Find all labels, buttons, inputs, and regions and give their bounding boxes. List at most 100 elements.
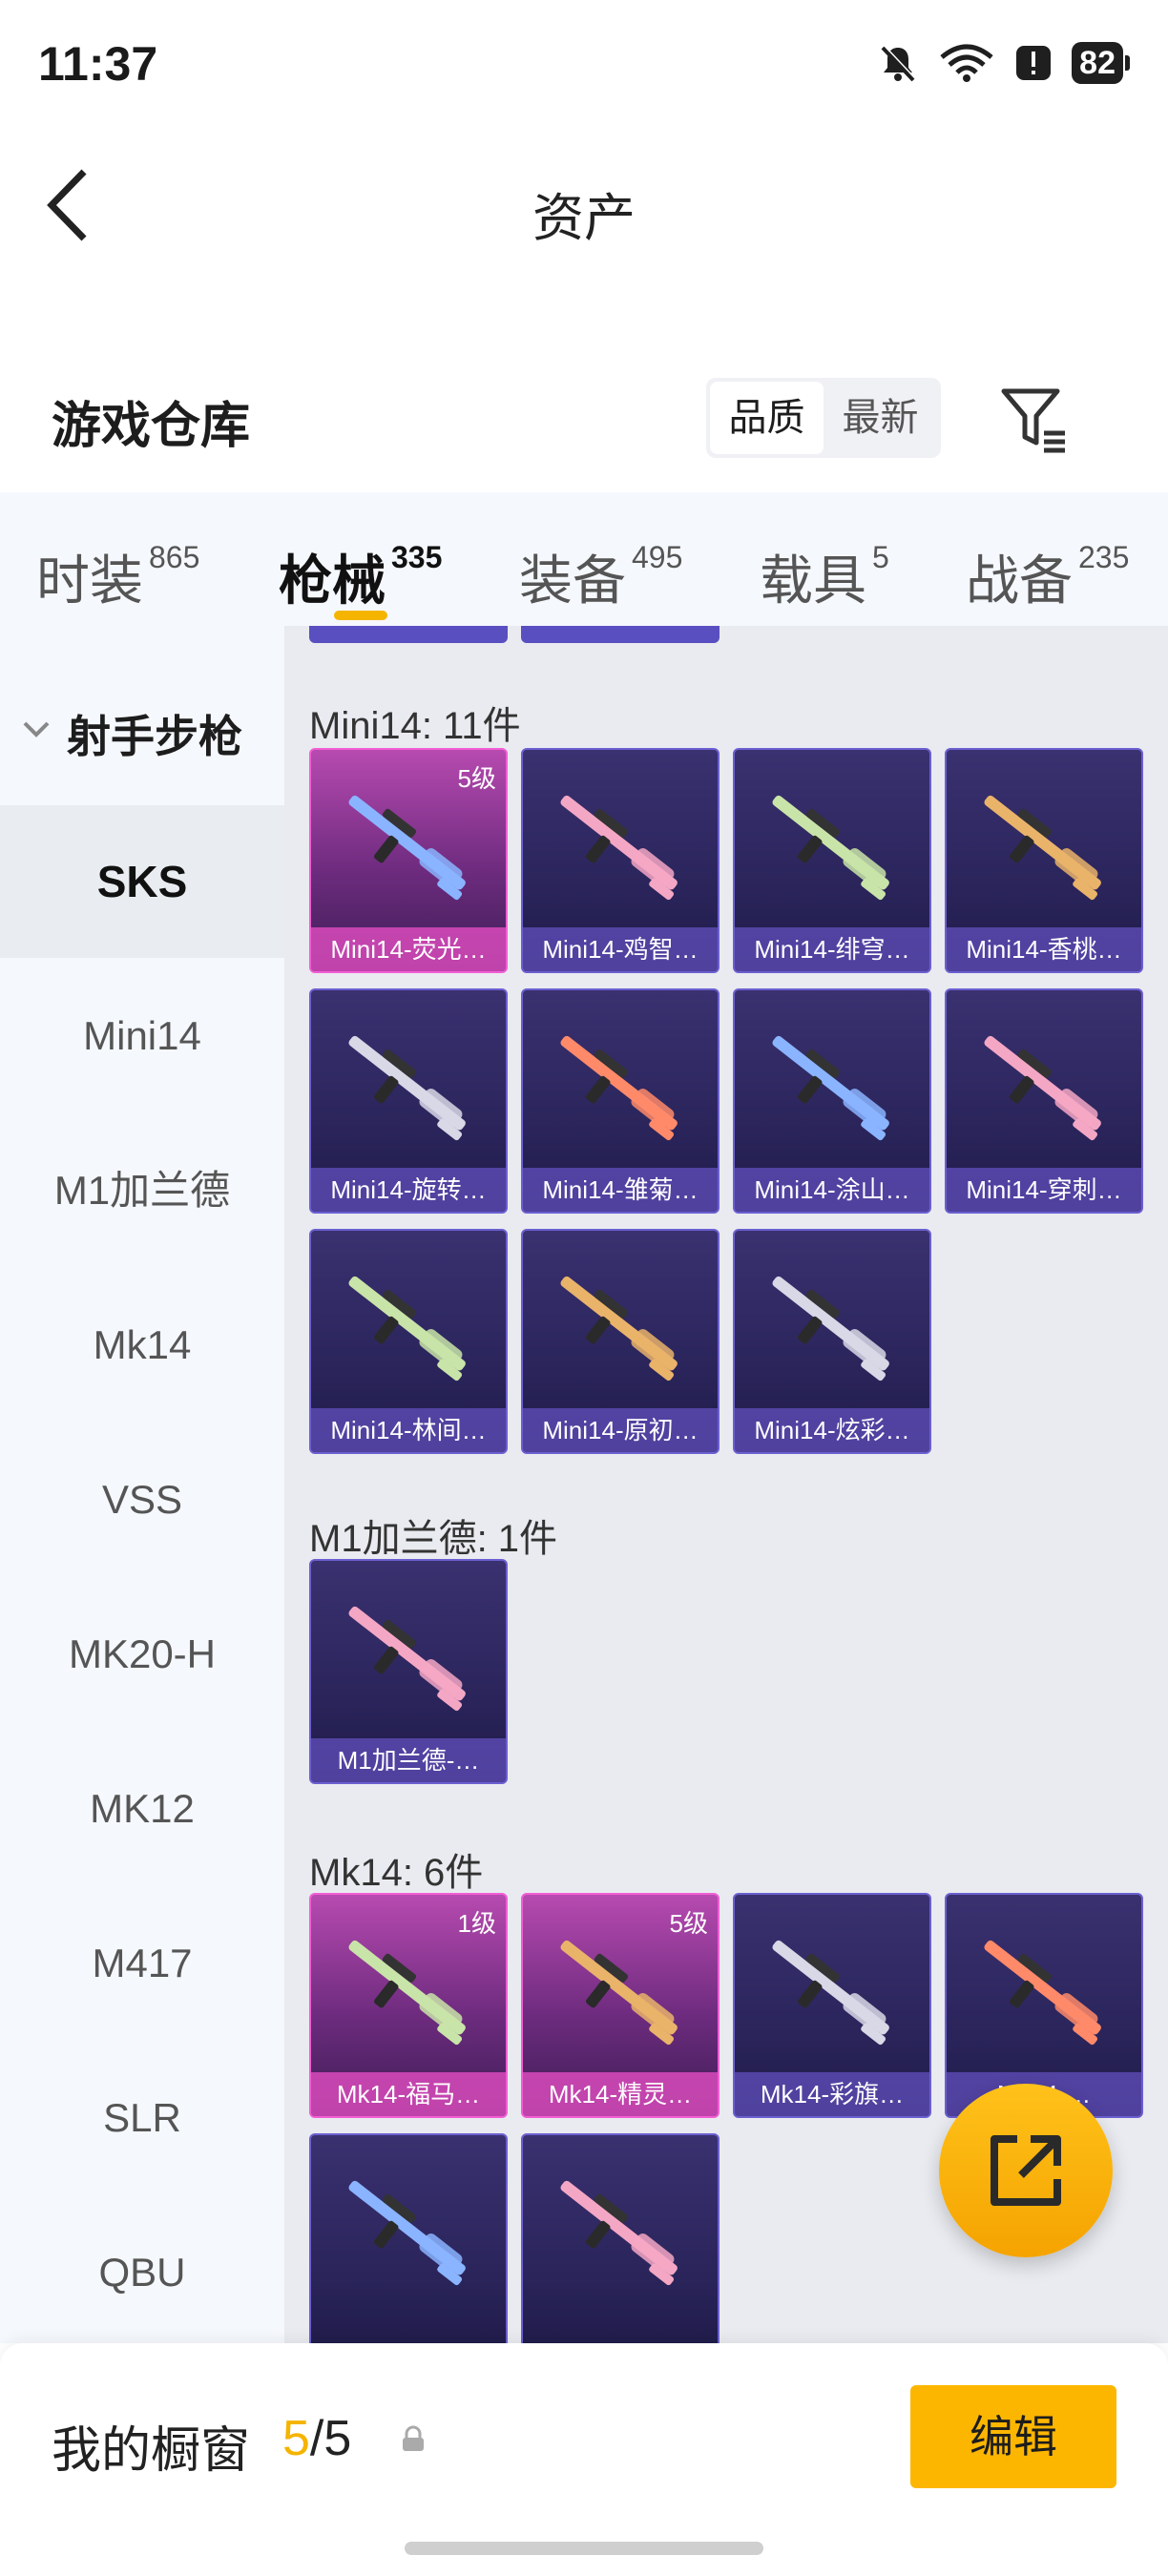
wifi-icon bbox=[940, 44, 993, 82]
weapon-skin-icon bbox=[984, 1035, 1101, 1141]
weapon-card[interactable] bbox=[521, 2133, 720, 2343]
card-stub bbox=[521, 626, 720, 643]
weapon-card[interactable]: Mini14-涂山… bbox=[733, 988, 931, 1214]
showcase-count-separator: / bbox=[309, 2411, 324, 2466]
sidebar-item-sks[interactable]: SKS bbox=[0, 805, 284, 958]
sidebar-item-qbu[interactable]: QBU bbox=[0, 2196, 284, 2349]
showcase-count-total: 5 bbox=[323, 2411, 352, 2466]
section-title-m1garand: M1加兰德: 1件 bbox=[309, 1518, 558, 1560]
sidebar-item-mk12[interactable]: MK12 bbox=[0, 1733, 284, 1885]
weapon-card[interactable]: Mini14-旋转… bbox=[309, 988, 508, 1214]
weapon-card[interactable] bbox=[309, 2133, 508, 2343]
weapon-skin-icon bbox=[560, 1940, 678, 2046]
sidebar-group-marksman[interactable]: 射手步枪 bbox=[0, 683, 284, 779]
weapon-card[interactable]: Mini14-炫彩… bbox=[733, 1229, 931, 1454]
weapon-skin-icon bbox=[772, 795, 889, 901]
sort-quality[interactable]: 品质 bbox=[710, 382, 824, 454]
showcase-count: 5/5 bbox=[282, 2410, 351, 2467]
weapon-skin-icon bbox=[772, 1035, 889, 1141]
weapon-skin-icon bbox=[348, 1606, 466, 1712]
sidebar-item-vss[interactable]: VSS bbox=[0, 1423, 284, 1576]
tab-supplies[interactable]: 战备 235 bbox=[966, 538, 1129, 615]
card-name: Mini14-涂山… bbox=[735, 1168, 929, 1212]
card-name: Mini14-雏菊… bbox=[523, 1168, 718, 1212]
sidebar-item-mk20h[interactable]: MK20-H bbox=[0, 1578, 284, 1731]
weapon-skin-icon bbox=[348, 795, 466, 901]
tab-label: 枪械 bbox=[279, 551, 386, 611]
sidebar-item-m417[interactable]: M417 bbox=[0, 1887, 284, 2040]
tab-count: 865 bbox=[149, 540, 200, 574]
weapon-card[interactable]: Mini14-鸡智… bbox=[521, 748, 720, 973]
tab-count: 495 bbox=[632, 540, 683, 574]
card-name: Mk14-彩旗… bbox=[735, 2072, 929, 2116]
sidebar-item-m1garand[interactable]: M1加兰德 bbox=[0, 1114, 284, 1267]
tab-firearms[interactable]: 枪械 335 bbox=[279, 538, 442, 615]
tab-vehicles[interactable]: 载具 5 bbox=[760, 538, 889, 615]
sidebar-item-slr[interactable]: SLR bbox=[0, 2042, 284, 2194]
weapon-skin-icon bbox=[984, 1940, 1101, 2046]
filter-button[interactable] bbox=[998, 384, 1071, 456]
bottom-bar: 我的橱窗 5/5 编辑 bbox=[0, 2343, 1168, 2576]
bell-muted-icon bbox=[881, 45, 916, 82]
card-name: Mini14-香桃… bbox=[947, 927, 1141, 971]
card-level-badge: 5级 bbox=[669, 1909, 708, 1938]
external-link-icon bbox=[991, 2135, 1061, 2206]
alert-icon bbox=[1016, 46, 1052, 80]
weapon-card[interactable]: Mini14-林间… bbox=[309, 1229, 508, 1454]
weapon-skin-icon bbox=[560, 1276, 678, 1381]
weapon-skin-icon bbox=[348, 2180, 466, 2286]
weapon-card[interactable]: Mini14-绯穹… bbox=[733, 748, 931, 973]
weapon-skin-icon bbox=[772, 1940, 889, 2046]
tab-count: 5 bbox=[872, 540, 889, 574]
home-indicator bbox=[405, 2542, 763, 2555]
sidebar: 射手步枪 SKS Mini14 M1加兰德 Mk14 VSS MK20-H MK… bbox=[0, 626, 284, 2343]
card-name: Mk14-福马… bbox=[311, 2072, 506, 2116]
warehouse-title: 游戏仓库 bbox=[52, 399, 251, 454]
weapon-skin-icon bbox=[560, 1035, 678, 1141]
sidebar-item-mk14[interactable]: Mk14 bbox=[0, 1269, 284, 1422]
filter-icon bbox=[1001, 388, 1065, 453]
weapon-card[interactable]: Mk14-彩旗… bbox=[733, 1893, 931, 2118]
weapon-card[interactable]: 5级 Mini14-荧光… bbox=[309, 748, 508, 973]
weapon-card[interactable]: Mini14-穿刺… bbox=[945, 988, 1143, 1214]
warehouse-row: 游戏仓库 品质 最新 bbox=[0, 363, 1168, 477]
card-level-badge: 5级 bbox=[457, 764, 496, 793]
card-stub bbox=[309, 626, 508, 643]
lock-icon bbox=[403, 2425, 424, 2451]
weapon-skin-icon bbox=[348, 1035, 466, 1141]
weapon-skin-icon bbox=[772, 1276, 889, 1381]
tab-label: 时装 bbox=[36, 551, 143, 611]
weapon-card[interactable]: M1加兰德-… bbox=[309, 1559, 508, 1784]
edit-button[interactable]: 编辑 bbox=[910, 2385, 1116, 2488]
card-name: Mini14-原初… bbox=[523, 1408, 718, 1452]
section-title-mini14: Mini14: 11件 bbox=[309, 705, 521, 747]
showcase-count-current: 5 bbox=[282, 2411, 310, 2466]
weapon-card[interactable]: Mini14-香桃… bbox=[945, 748, 1143, 973]
tab-label: 装备 bbox=[519, 551, 626, 611]
card-name: Mini14-穿刺… bbox=[947, 1168, 1141, 1212]
card-level-badge: 1级 bbox=[457, 1909, 496, 1938]
weapon-card[interactable]: 5级 Mk14-精灵… bbox=[521, 1893, 720, 2118]
showcase-label: 我的橱窗 bbox=[52, 2423, 251, 2479]
status-bar: 11:37 82 bbox=[0, 0, 1168, 134]
section-title-mk14: Mk14: 6件 bbox=[309, 1852, 484, 1894]
card-name: Mini14-林间… bbox=[311, 1408, 506, 1452]
chevron-down-icon bbox=[23, 721, 50, 737]
weapon-skin-icon bbox=[984, 795, 1101, 901]
sidebar-item-mini14[interactable]: Mini14 bbox=[0, 960, 284, 1112]
share-fab[interactable] bbox=[939, 2084, 1113, 2257]
card-name: M1加兰德-… bbox=[311, 1738, 506, 1782]
weapon-card[interactable]: 1级 Mk14-福马… bbox=[309, 1893, 508, 2118]
nav-header: 资产 bbox=[0, 134, 1168, 277]
page-title: 资产 bbox=[532, 190, 636, 247]
card-name: Mk14-精灵… bbox=[523, 2072, 718, 2116]
tab-equipment[interactable]: 装备 495 bbox=[519, 538, 682, 615]
status-time: 11:37 bbox=[38, 37, 158, 91]
weapon-skin-icon bbox=[348, 1940, 466, 2046]
sort-newest[interactable]: 最新 bbox=[824, 382, 937, 454]
tab-count: 335 bbox=[391, 540, 443, 574]
weapon-card[interactable]: Mini14-雏菊… bbox=[521, 988, 720, 1214]
weapon-card[interactable]: Mini14-原初… bbox=[521, 1229, 720, 1454]
battery-level: 82 bbox=[1072, 42, 1123, 84]
tab-fashion[interactable]: 时装 865 bbox=[36, 538, 199, 615]
